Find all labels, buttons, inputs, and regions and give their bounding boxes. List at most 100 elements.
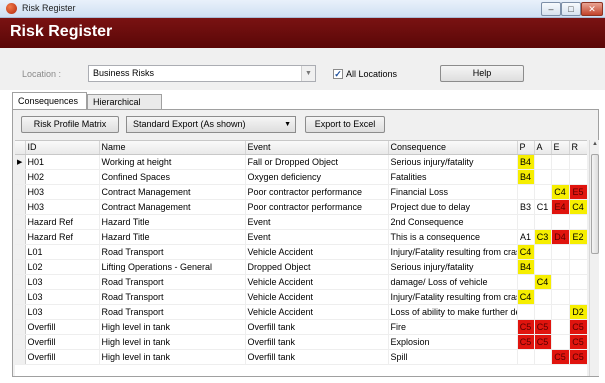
cell-rating-p[interactable]: B4: [517, 154, 535, 170]
cell-event[interactable]: Vehicle Accident: [245, 289, 389, 305]
column-header-event[interactable]: Event: [245, 141, 389, 155]
cell-rating-p[interactable]: C4: [517, 244, 535, 260]
row-selector-icon[interactable]: ▶: [15, 154, 26, 170]
table-row[interactable]: Overfill High level in tank Overfill tank F…: [15, 319, 587, 335]
cell-rating-e[interactable]: [551, 169, 570, 185]
cell-rating-e[interactable]: [551, 289, 570, 305]
cell-event[interactable]: Dropped Object: [245, 259, 389, 275]
cell-name[interactable]: Confined Spaces: [99, 169, 246, 185]
location-dropdown[interactable]: Business Risks ▼: [88, 65, 316, 82]
cell-consequence[interactable]: This is a consequence: [388, 229, 518, 245]
cell-name[interactable]: Road Transport: [99, 304, 246, 320]
cell-consequence[interactable]: damage/ Loss of vehicle: [388, 274, 518, 290]
cell-rating-e[interactable]: D4: [551, 229, 570, 245]
cell-rating-r[interactable]: [569, 289, 587, 305]
row-selector-icon[interactable]: [15, 319, 26, 335]
row-selector-icon[interactable]: [15, 169, 26, 185]
table-row[interactable]: L01 Road Transport Vehicle Accident Injury/…: [15, 244, 587, 260]
table-row[interactable]: L03 Road Transport Vehicle Accident Injury/…: [15, 289, 587, 305]
scroll-up-icon[interactable]: ▲: [590, 141, 600, 151]
cell-rating-e[interactable]: [551, 319, 570, 335]
cell-rating-p[interactable]: [517, 349, 535, 365]
cell-id[interactable]: H02: [25, 169, 100, 185]
cell-name[interactable]: Contract Management: [99, 199, 246, 215]
cell-rating-a[interactable]: [534, 154, 552, 170]
column-header-r[interactable]: R: [569, 141, 587, 155]
cell-consequence[interactable]: Loss of ability to make further deli: [388, 304, 518, 320]
cell-rating-e[interactable]: [551, 214, 570, 230]
cell-event[interactable]: Fall or Dropped Object: [245, 154, 389, 170]
cell-name[interactable]: Road Transport: [99, 289, 246, 305]
all-locations-label[interactable]: All Locations: [346, 69, 397, 79]
row-selector-icon[interactable]: [15, 214, 26, 230]
cell-rating-p[interactable]: [517, 184, 535, 200]
cell-rating-r[interactable]: C4: [569, 199, 587, 215]
cell-rating-p[interactable]: B3: [517, 199, 535, 215]
cell-consequence[interactable]: Serious injury/fatality: [388, 154, 518, 170]
table-row[interactable]: Hazard Ref Hazard Title Event 2nd Consequen…: [15, 214, 587, 230]
cell-rating-a[interactable]: [534, 304, 552, 320]
risk-profile-matrix-button[interactable]: Risk Profile Matrix: [21, 116, 119, 133]
row-selector-icon[interactable]: [15, 304, 26, 320]
maximize-button[interactable]: □: [561, 2, 581, 16]
row-selector-icon[interactable]: [15, 349, 26, 365]
cell-rating-a[interactable]: [534, 289, 552, 305]
cell-event[interactable]: Poor contractor performance: [245, 199, 389, 215]
cell-rating-e[interactable]: [551, 244, 570, 260]
cell-id[interactable]: H01: [25, 154, 100, 170]
cell-name[interactable]: High level in tank: [99, 319, 246, 335]
cell-event[interactable]: Overfill tank: [245, 349, 389, 365]
cell-rating-r[interactable]: [569, 169, 587, 185]
table-row[interactable]: H03 Contract Management Poor contractor pe…: [15, 184, 587, 200]
cell-consequence[interactable]: Explosion: [388, 334, 518, 350]
cell-rating-p[interactable]: C4: [517, 289, 535, 305]
cell-name[interactable]: Lifting Operations - General: [99, 259, 246, 275]
cell-rating-a[interactable]: [534, 184, 552, 200]
help-button[interactable]: Help: [440, 65, 524, 82]
chevron-down-icon[interactable]: ▼: [301, 66, 315, 81]
cell-rating-r[interactable]: E2: [569, 229, 587, 245]
table-row[interactable]: Hazard Ref Hazard Title Event This is a con…: [15, 229, 587, 245]
cell-rating-a[interactable]: C5: [534, 334, 552, 350]
cell-rating-e[interactable]: E4: [551, 199, 570, 215]
cell-rating-r[interactable]: [569, 244, 587, 260]
row-selector-icon[interactable]: [15, 199, 26, 215]
cell-rating-a[interactable]: [534, 349, 552, 365]
cell-rating-r[interactable]: [569, 274, 587, 290]
cell-id[interactable]: L01: [25, 244, 100, 260]
cell-consequence[interactable]: Fatalities: [388, 169, 518, 185]
cell-name[interactable]: Hazard Title: [99, 214, 246, 230]
cell-rating-r[interactable]: D2: [569, 304, 587, 320]
row-selector-icon[interactable]: [15, 229, 26, 245]
cell-consequence[interactable]: Spill: [388, 349, 518, 365]
row-selector-icon[interactable]: [15, 289, 26, 305]
cell-name[interactable]: High level in tank: [99, 349, 246, 365]
table-row[interactable]: H03 Contract Management Poor contractor pe…: [15, 199, 587, 215]
cell-rating-p[interactable]: B4: [517, 259, 535, 275]
cell-consequence[interactable]: Project due to delay: [388, 199, 518, 215]
cell-rating-a[interactable]: [534, 244, 552, 260]
cell-rating-p[interactable]: C5: [517, 334, 535, 350]
cell-rating-r[interactable]: [569, 259, 587, 275]
cell-event[interactable]: Vehicle Accident: [245, 274, 389, 290]
cell-rating-a[interactable]: [534, 214, 552, 230]
row-selector-icon[interactable]: [15, 334, 26, 350]
cell-event[interactable]: Poor contractor performance: [245, 184, 389, 200]
cell-consequence[interactable]: Injury/Fatality resulting from crash: [388, 289, 518, 305]
column-header-e[interactable]: E: [551, 141, 570, 155]
cell-name[interactable]: Working at height: [99, 154, 246, 170]
cell-consequence[interactable]: Financial Loss: [388, 184, 518, 200]
cell-rating-a[interactable]: C4: [534, 274, 552, 290]
cell-name[interactable]: Contract Management: [99, 184, 246, 200]
cell-rating-a[interactable]: C3: [534, 229, 552, 245]
cell-event[interactable]: Vehicle Accident: [245, 244, 389, 260]
cell-id[interactable]: Hazard Ref: [25, 214, 100, 230]
cell-rating-r[interactable]: [569, 214, 587, 230]
column-header-consequence[interactable]: Consequence: [388, 141, 518, 155]
cell-name[interactable]: Hazard Title: [99, 229, 246, 245]
cell-id[interactable]: Overfill: [25, 349, 100, 365]
cell-rating-p[interactable]: [517, 214, 535, 230]
table-row[interactable]: ▶ H01 Working at height Fall or Dropped Obj…: [15, 154, 587, 170]
cell-rating-e[interactable]: [551, 154, 570, 170]
cell-id[interactable]: Overfill: [25, 334, 100, 350]
